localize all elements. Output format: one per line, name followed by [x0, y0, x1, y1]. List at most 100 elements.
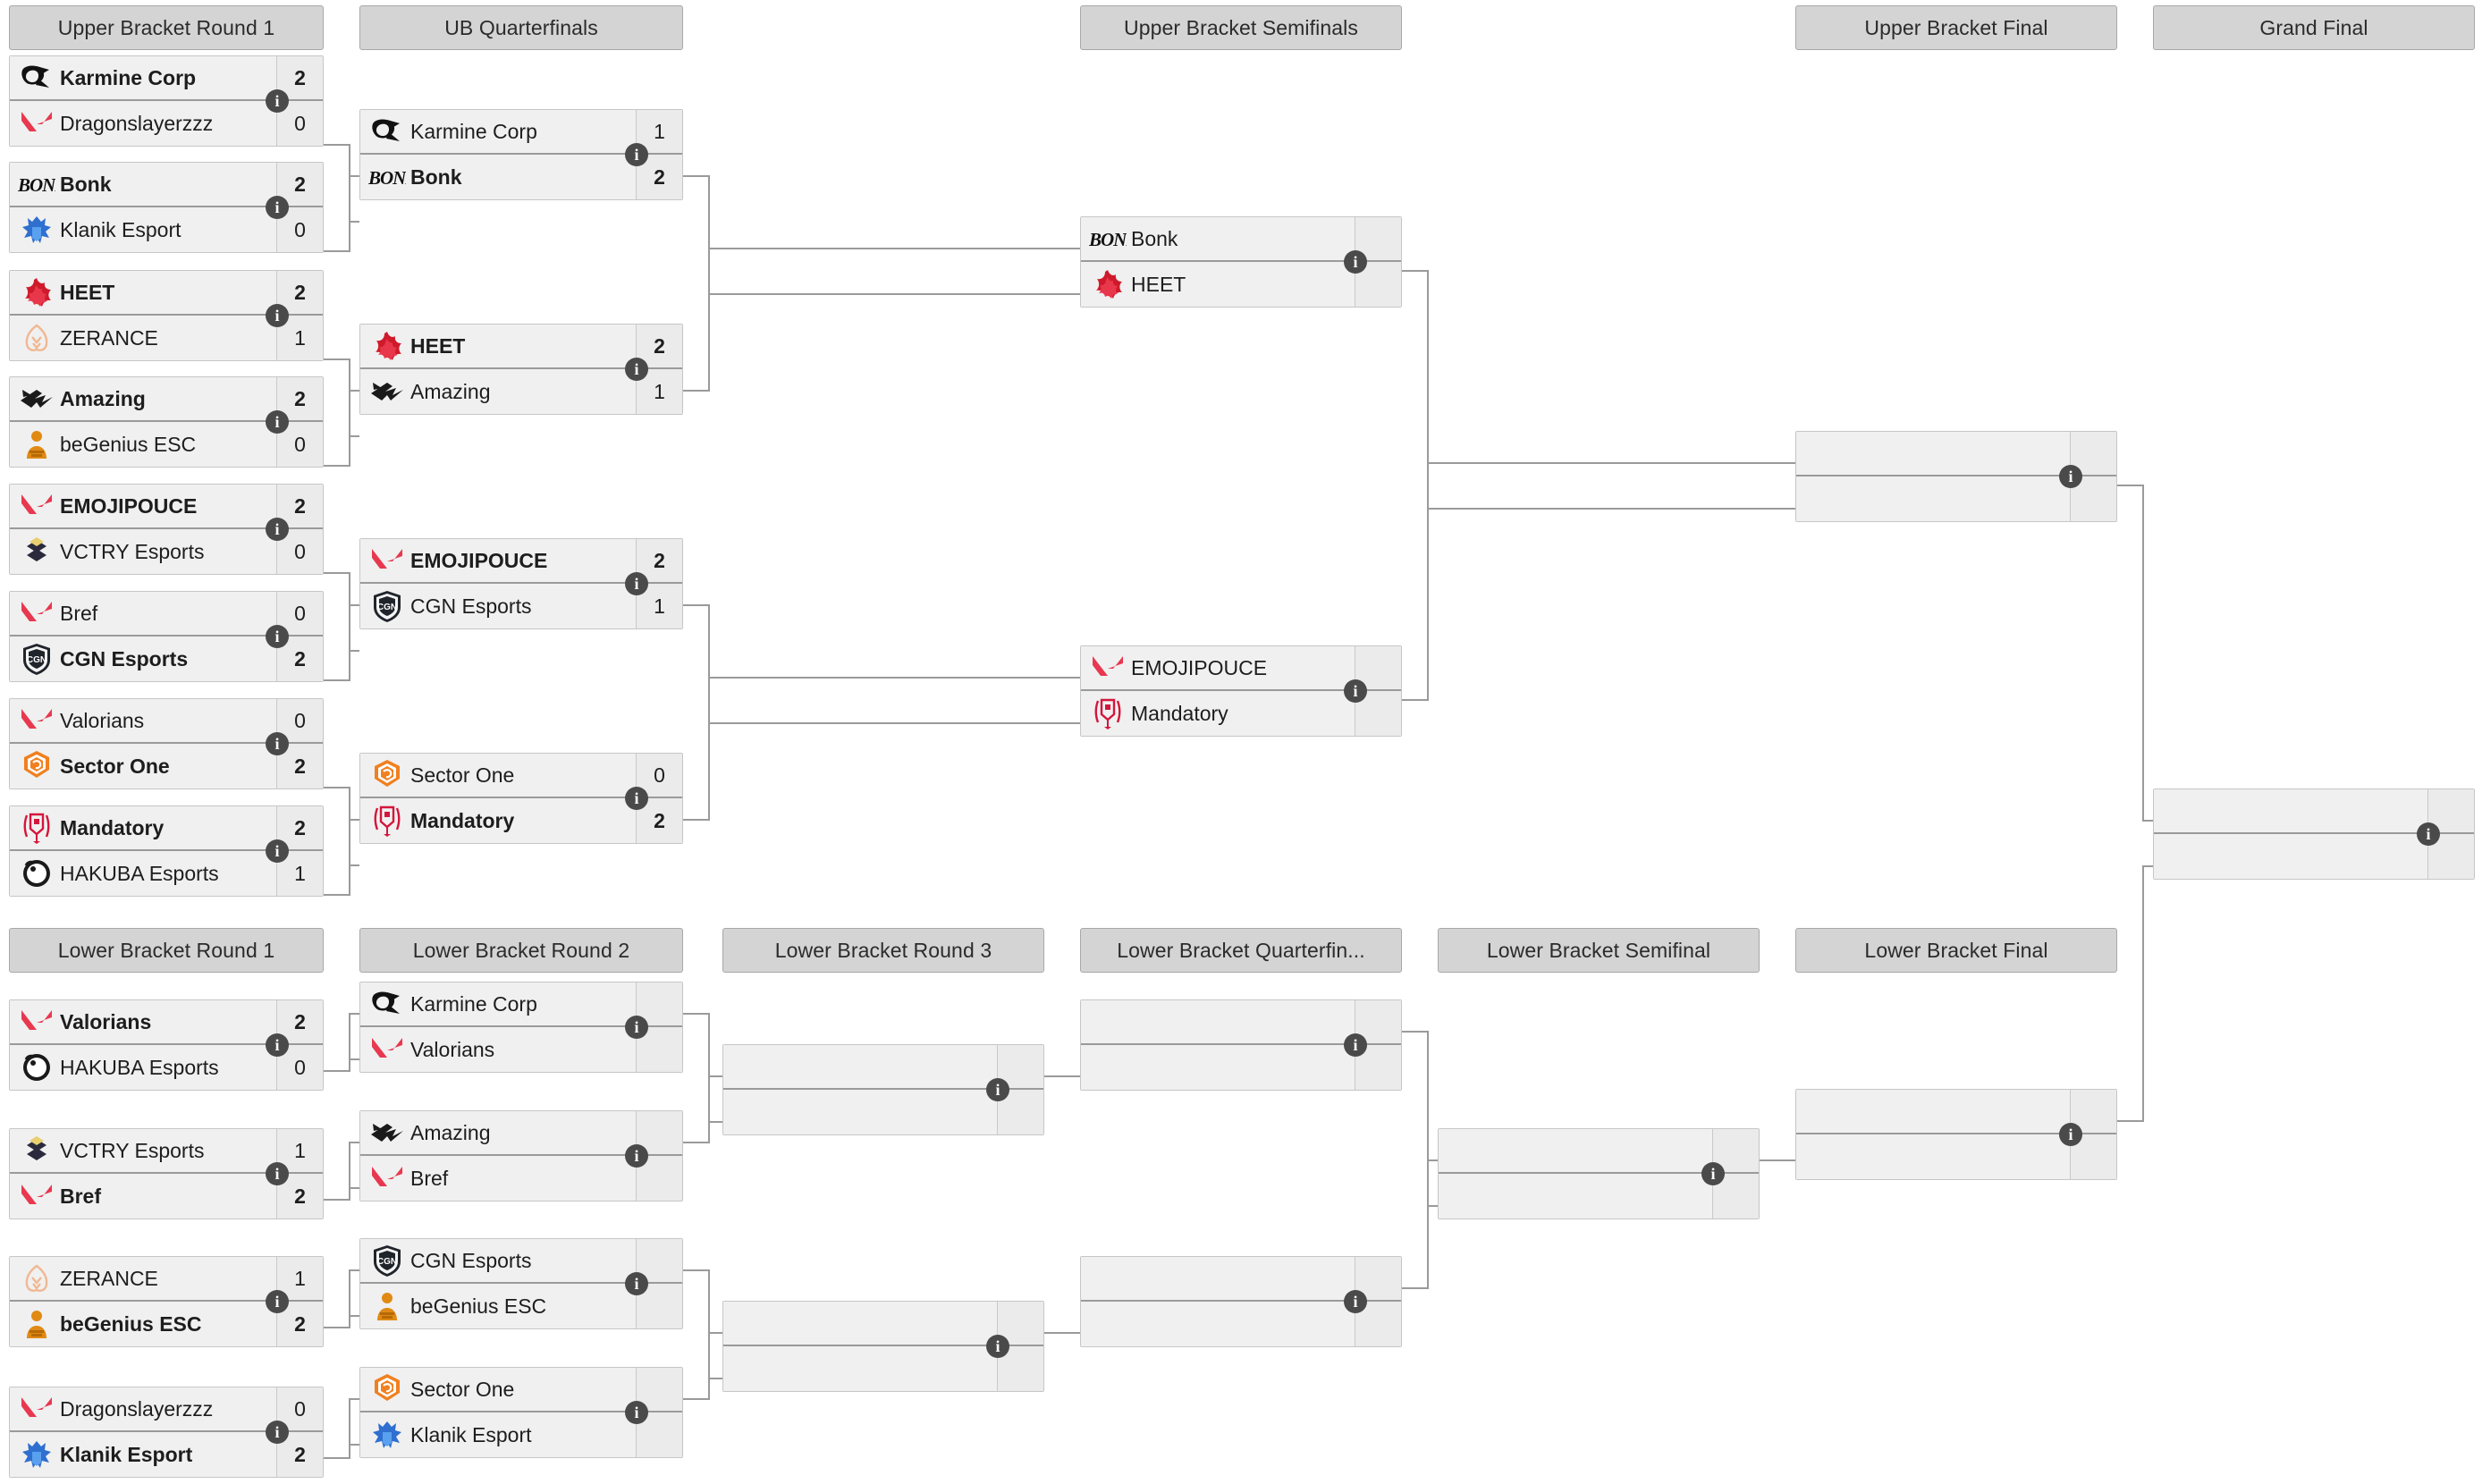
- team-name: Mandatory: [1131, 701, 1228, 725]
- team-name: Dragonslayerzzz: [60, 1396, 214, 1421]
- team-name: Sector One: [410, 763, 515, 787]
- empty-logo: [1088, 1261, 1127, 1295]
- match-info-icon[interactable]: i: [266, 89, 289, 113]
- klanik-logo-icon: [367, 1418, 407, 1452]
- team-name: EMOJIPOUCE: [410, 548, 548, 572]
- connector-line: [708, 1269, 710, 1400]
- match-info-icon[interactable]: i: [266, 625, 289, 648]
- empty-logo: [1803, 1140, 1843, 1174]
- team-name: HEET: [1131, 272, 1186, 296]
- connector-line: [349, 787, 350, 896]
- team-name: Sector One: [410, 1377, 515, 1401]
- valorant-red-logo-icon: [367, 544, 407, 578]
- svg-text:BONK: BONK: [1089, 229, 1127, 250]
- connector-line: [683, 1269, 710, 1271]
- match-info-icon[interactable]: i: [266, 196, 289, 219]
- match-info-icon[interactable]: i: [625, 572, 648, 595]
- match-info-icon[interactable]: i: [625, 1016, 648, 1039]
- connector-line: [349, 864, 359, 866]
- match-info-icon[interactable]: i: [1344, 1290, 1367, 1313]
- connector-line: [349, 650, 359, 652]
- match-info-icon[interactable]: i: [625, 1144, 648, 1168]
- match-info-icon[interactable]: i: [2417, 822, 2440, 846]
- bracket-canvas: Upper Bracket Round 1 UB Quarterfinals Upp…: [0, 0, 2482, 1484]
- connector-line: [324, 1457, 350, 1459]
- connector-line: [708, 1013, 710, 1143]
- match-info-icon[interactable]: i: [625, 787, 648, 810]
- match-info-icon[interactable]: i: [266, 304, 289, 327]
- match-info-icon[interactable]: i: [1344, 679, 1367, 703]
- team-name: Bonk: [410, 164, 462, 189]
- mandatory-logo-icon: [17, 811, 56, 845]
- begenius-logo-icon: [17, 1307, 56, 1341]
- match-info-icon[interactable]: i: [625, 143, 648, 166]
- connector-line: [1760, 1159, 1795, 1161]
- connector-line: [349, 1142, 350, 1201]
- match-info-icon[interactable]: i: [625, 1272, 648, 1295]
- connector-line: [1044, 1075, 1080, 1077]
- round-header-lb-sf[interactable]: Lower Bracket Semifinal: [1438, 928, 1760, 973]
- round-header-ub-sf[interactable]: Upper Bracket Semifinals: [1080, 5, 1402, 50]
- match-info-icon[interactable]: i: [266, 518, 289, 541]
- round-header-lb-r3[interactable]: Lower Bracket Round 3: [722, 928, 1044, 973]
- svg-text:BONK: BONK: [368, 167, 406, 189]
- round-header-ub-r1[interactable]: Upper Bracket Round 1: [9, 5, 324, 50]
- connector-line: [708, 1378, 722, 1379]
- match-info-icon[interactable]: i: [266, 732, 289, 755]
- connector-line: [349, 435, 359, 437]
- team-name: EMOJIPOUCE: [60, 493, 198, 518]
- match-info-icon[interactable]: i: [266, 1033, 289, 1057]
- amazing-logo-icon: [367, 375, 407, 409]
- empty-logo: [1088, 1050, 1127, 1084]
- match-info-icon[interactable]: i: [1344, 1033, 1367, 1057]
- match-info-icon[interactable]: i: [266, 1162, 289, 1185]
- match-info-icon[interactable]: i: [625, 1401, 648, 1424]
- amazing-logo-icon: [367, 1116, 407, 1150]
- match-info-icon[interactable]: i: [266, 839, 289, 863]
- team-name: VCTRY Esports: [60, 539, 205, 563]
- match-info-icon[interactable]: i: [986, 1078, 1009, 1101]
- round-header-lb-qf[interactable]: Lower Bracket Quarterfin...: [1080, 928, 1402, 973]
- svg-text:CGN: CGN: [377, 1257, 397, 1267]
- round-header-lb-r1[interactable]: Lower Bracket Round 1: [9, 928, 324, 973]
- team-name: Bonk: [1131, 226, 1178, 250]
- team-name: Bref: [60, 1184, 102, 1208]
- connector-line: [1402, 699, 1429, 701]
- connector-line: [324, 572, 350, 574]
- match-info-icon[interactable]: i: [2059, 465, 2082, 488]
- klanik-logo-icon: [17, 1438, 56, 1471]
- round-header-lb-r2[interactable]: Lower Bracket Round 2: [359, 928, 683, 973]
- match-info-icon[interactable]: i: [986, 1335, 1009, 1358]
- round-header-ub-qf[interactable]: UB Quarterfinals: [359, 5, 683, 50]
- team-name: Karmine Corp: [410, 119, 537, 143]
- match-info-icon[interactable]: i: [625, 358, 648, 381]
- heet-logo-icon: [1088, 267, 1127, 301]
- heet-logo-icon: [367, 329, 407, 363]
- team-name: beGenius ESC: [60, 1311, 202, 1336]
- connector-line: [349, 819, 359, 821]
- klanik-logo-icon: [17, 213, 56, 247]
- match-info-icon[interactable]: i: [2059, 1123, 2082, 1146]
- match-info-icon[interactable]: i: [266, 1421, 289, 1444]
- match-info-icon[interactable]: i: [266, 1290, 289, 1313]
- team-name: Dragonslayerzzz: [60, 111, 214, 135]
- bonk-logo-icon: BONK: [17, 167, 56, 201]
- connector-line: [349, 1269, 350, 1328]
- match-info-icon[interactable]: i: [1344, 250, 1367, 274]
- connector-line: [2117, 1120, 2144, 1122]
- match-info-icon[interactable]: i: [1701, 1162, 1725, 1185]
- match-info-icon[interactable]: i: [266, 410, 289, 434]
- round-header-gf[interactable]: Grand Final: [2153, 5, 2475, 50]
- team-name: Bref: [60, 601, 98, 625]
- connector-line: [324, 250, 350, 252]
- round-header-lb-f[interactable]: Lower Bracket Final: [1795, 928, 2117, 973]
- team-name: VCTRY Esports: [60, 1138, 205, 1162]
- connector-line: [1402, 1287, 1429, 1289]
- connector-line: [2117, 485, 2144, 486]
- round-header-ub-f[interactable]: Upper Bracket Final: [1795, 5, 2117, 50]
- connector-line: [683, 819, 710, 821]
- connector-line: [708, 293, 1080, 295]
- mandatory-logo-icon: [1088, 696, 1127, 730]
- bonk-logo-icon: BONK: [367, 160, 407, 194]
- team-name: EMOJIPOUCE: [1131, 655, 1268, 679]
